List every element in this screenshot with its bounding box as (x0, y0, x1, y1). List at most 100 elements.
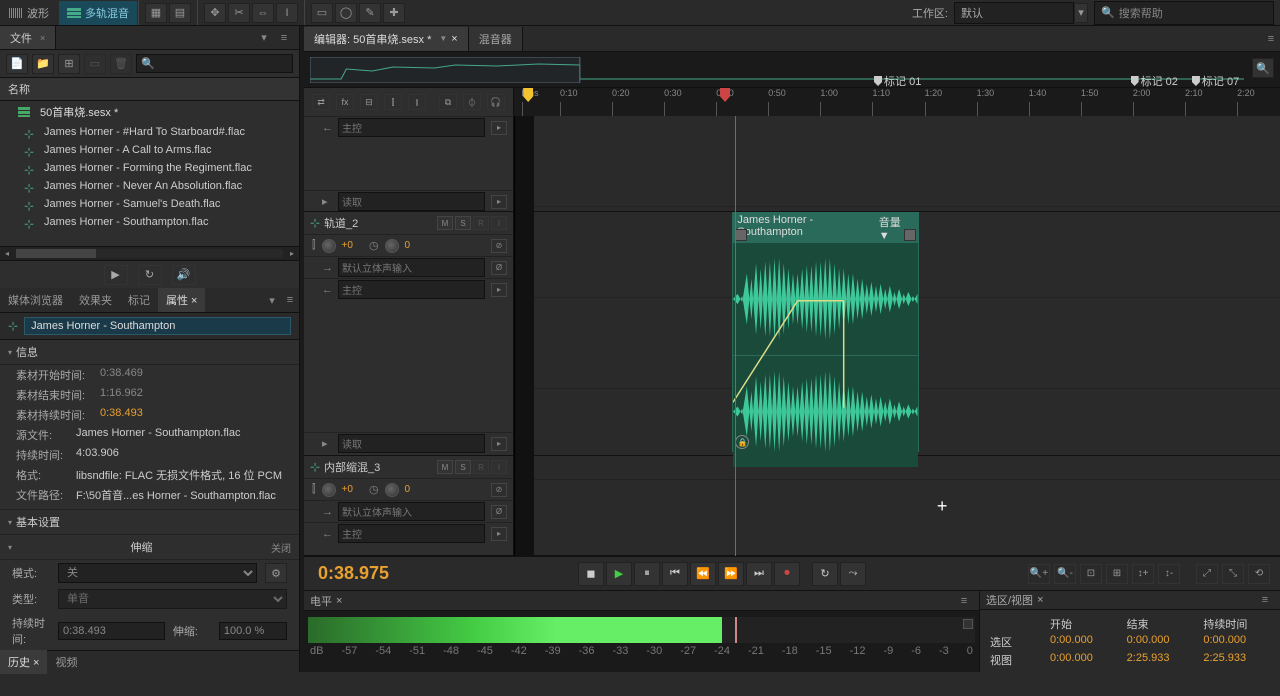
heal-tool[interactable]: ✚ (383, 3, 405, 23)
track-input-select[interactable]: 默认立体声输入 (338, 502, 485, 521)
track-output-select[interactable]: 主控 (338, 280, 485, 299)
preview-loop-button[interactable]: ↻ (138, 265, 162, 285)
fx-toggle[interactable]: ⊘ (491, 239, 507, 253)
record-button[interactable]: R (473, 216, 489, 230)
selection-view-tab[interactable]: 选区/视图 (986, 592, 1033, 608)
zoom-out-button[interactable]: 🔍- (1054, 564, 1076, 584)
volume-knob[interactable] (322, 483, 336, 497)
move-tool[interactable]: ✥ (204, 3, 226, 23)
volume-knob[interactable] (322, 239, 336, 253)
track-output-select[interactable]: 主控 (338, 118, 485, 137)
waveform-mode-button[interactable]: 波形 (1, 1, 57, 25)
levels-tab[interactable]: 电平 (310, 593, 332, 609)
record-button[interactable]: R (473, 460, 489, 474)
toggle-io-button[interactable]: ⇄ (312, 94, 330, 110)
open-folder-button[interactable]: 📁 (32, 54, 54, 74)
tab-effects-rack[interactable]: 效果夹 (71, 288, 120, 312)
automation-button[interactable]: ⫾ (408, 94, 426, 110)
monitor-button[interactable]: I (491, 460, 507, 474)
clip-start-time[interactable]: 0:38.469 (100, 367, 143, 383)
snap-button[interactable]: ⧉ (439, 94, 457, 110)
fade-out-handle[interactable] (904, 229, 916, 241)
pause-button[interactable]: ⏸ (634, 562, 660, 586)
marker[interactable]: 标记 07 (1192, 73, 1239, 89)
audio-file-item[interactable]: James Horner - #Hard To Starboard#.flac (0, 123, 299, 141)
track-automation-select[interactable]: 读取 (338, 434, 485, 453)
fade-in-handle[interactable] (735, 229, 747, 241)
zoom-in-vert-button[interactable]: ↕+ (1132, 564, 1154, 584)
stretch-section-header[interactable]: 伸缩关闭 (0, 535, 299, 560)
slip-tool[interactable]: ⇔ (252, 3, 274, 23)
razor-tool[interactable]: ✂ (228, 3, 250, 23)
brush-tool[interactable]: ✎ (359, 3, 381, 23)
skip-selection-button[interactable]: ⤳ (840, 562, 866, 586)
stretch-settings-button[interactable]: ⚙ (265, 563, 287, 583)
rewind-button[interactable]: ⏪ (690, 562, 716, 586)
tab-properties[interactable]: 属性 × (158, 288, 205, 312)
mute-button[interactable]: M (437, 216, 453, 230)
monitor-button[interactable]: I (491, 216, 507, 230)
mixer-tab[interactable]: 混音器 (469, 27, 523, 51)
marker[interactable]: 标记 02 (1131, 73, 1178, 89)
panel-options-icon[interactable]: ≡ (1256, 591, 1274, 609)
fx-toggle[interactable]: ⊘ (491, 483, 507, 497)
track-input-select[interactable]: 默认立体声输入 (338, 258, 485, 277)
basic-section-header[interactable]: 基本设置 (0, 509, 299, 535)
audio-file-item[interactable]: James Horner - Samuel's Death.flac (0, 195, 299, 213)
mute-button[interactable]: M (437, 460, 453, 474)
eq-button[interactable]: ⫿ (384, 94, 402, 110)
files-horizontal-scrollbar[interactable]: ◂▸ (0, 246, 299, 260)
monitor-button[interactable]: 🎧 (487, 94, 505, 110)
files-panel-tab[interactable]: 文件× (0, 26, 56, 49)
view-duration[interactable]: 2:25.933 (1203, 652, 1270, 668)
close-icon[interactable]: × (1037, 594, 1043, 606)
marker[interactable]: 标记 01 (874, 73, 921, 89)
forward-button[interactable]: ⏩ (718, 562, 744, 586)
zoom-selection-button[interactable]: ⊞ (1106, 564, 1128, 584)
clip-indicator[interactable] (963, 619, 973, 629)
sends-button[interactable]: ⊟ (360, 94, 378, 110)
open-file-button[interactable]: 📄 (6, 54, 28, 74)
track-name[interactable]: 内部缩混_3 (324, 459, 433, 475)
tab-markers[interactable]: 标记 (120, 288, 158, 312)
marquee-tool[interactable]: ▭ (311, 3, 333, 23)
panel-options-icon[interactable]: ≡ (275, 29, 293, 47)
timeline-tracks-area[interactable]: James Horner - Southampton音量 ▼ 🔒 + (534, 116, 1280, 556)
zoom-in-time-button[interactable]: ⤢ (1196, 564, 1218, 584)
track-name[interactable]: 轨道_2 (324, 215, 433, 231)
input-fx-button[interactable]: Ø (491, 261, 507, 275)
clip-name-input[interactable] (24, 317, 291, 335)
zoom-out-vert-button[interactable]: ↕- (1158, 564, 1180, 584)
audio-file-item[interactable]: James Horner - Southampton.flac (0, 213, 299, 231)
overview-waveform[interactable] (310, 57, 1244, 83)
files-name-column-header[interactable]: 名称 (0, 78, 299, 101)
audio-clip[interactable]: James Horner - Southampton音量 ▼ 🔒 (732, 212, 919, 452)
audio-file-item[interactable]: James Horner - A Call to Arms.flac (0, 141, 299, 159)
stop-button[interactable]: ◼ (578, 562, 604, 586)
tab-media-browser[interactable]: 媒体浏览器 (0, 288, 71, 312)
session-file-item[interactable]: 50首串烧.sesx * (0, 101, 299, 123)
play-button[interactable]: ▶ (606, 562, 632, 586)
panel-options-icon[interactable]: ≡ (955, 592, 973, 610)
import-button[interactable]: ⊞ (58, 54, 80, 74)
zoom-in-button[interactable]: 🔍+ (1028, 564, 1050, 584)
loop-button[interactable]: ↻ (812, 562, 838, 586)
preview-autoplay-button[interactable]: 🔊 (172, 265, 196, 285)
selection-duration[interactable]: 0:00.000 (1203, 634, 1270, 650)
audio-file-item[interactable]: James Horner - Never An Absolution.flac (0, 177, 299, 195)
record-button[interactable]: ⏺ (774, 562, 800, 586)
panel-options-icon[interactable]: ≡ (281, 291, 299, 309)
tool-spectral-freq[interactable]: ▦ (145, 3, 167, 23)
clip-end-time[interactable]: 1:16.962 (100, 387, 143, 403)
tool-spectral-pitch[interactable]: ▤ (169, 3, 191, 23)
audio-file-item[interactable]: James Horner - Forming the Regiment.flac (0, 159, 299, 177)
workspace-dropdown-arrow[interactable]: ▾ (1074, 3, 1088, 23)
zoom-overview-button[interactable]: 🔍 (1252, 58, 1274, 78)
time-select-tool[interactable]: I (276, 3, 298, 23)
track-output-select[interactable]: 主控 (338, 524, 485, 543)
view-start[interactable]: 0:00.000 (1050, 652, 1117, 668)
editor-tab[interactable]: 编辑器: 50首串烧.sesx *▼× (304, 27, 469, 51)
metronome-button[interactable]: ⏀ (463, 94, 481, 110)
fx-button[interactable]: fx (336, 94, 354, 110)
close-icon[interactable]: × (40, 33, 45, 43)
